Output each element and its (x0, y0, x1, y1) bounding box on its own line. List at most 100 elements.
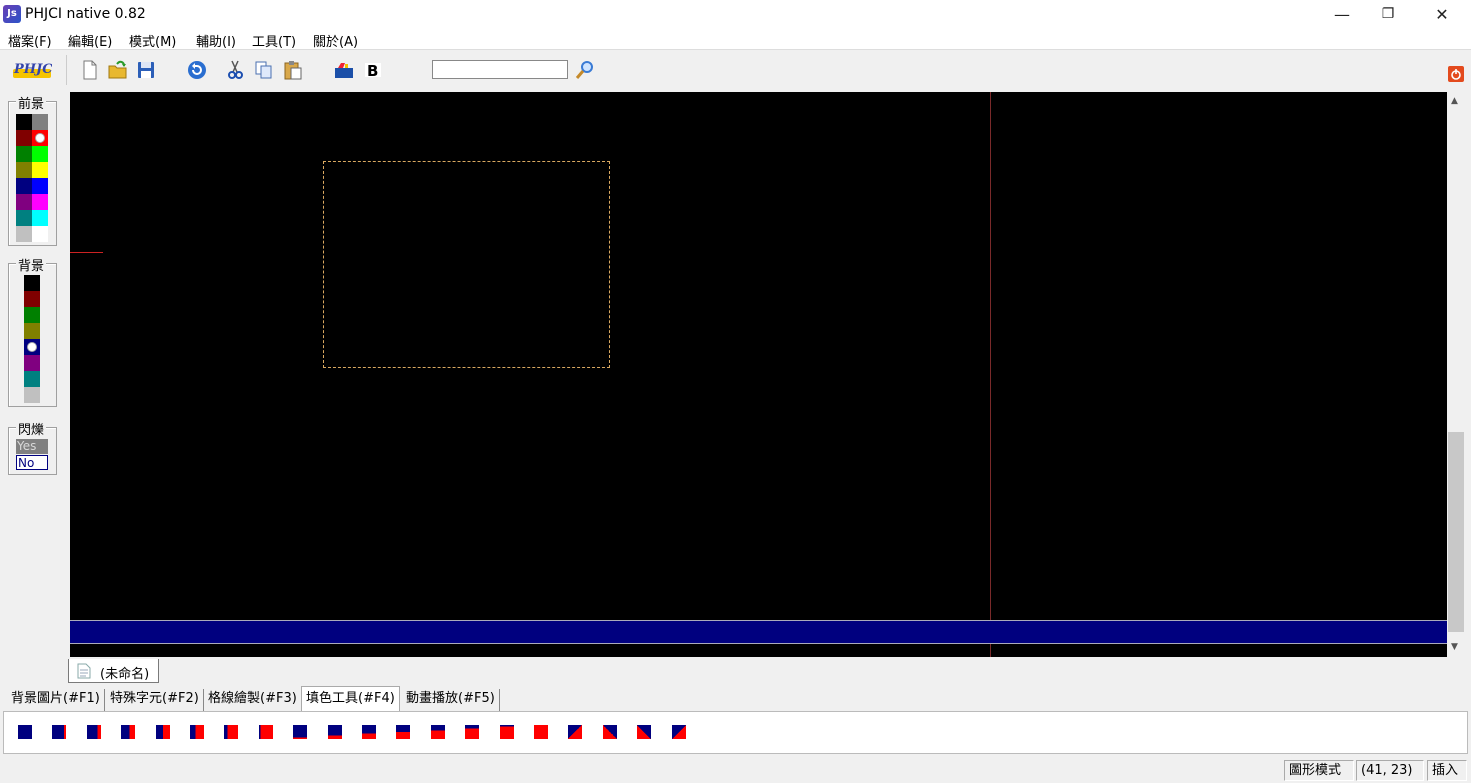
foreground-swatch[interactable] (32, 194, 48, 210)
blink-no-option[interactable]: No (16, 455, 48, 470)
open-folder-icon[interactable] (107, 59, 129, 81)
scroll-down-icon[interactable]: ▼ (1451, 642, 1458, 652)
fill-pattern-diag-br-icon[interactable] (568, 725, 583, 739)
fill-pattern-panel (3, 711, 1468, 754)
background-swatch[interactable] (24, 323, 40, 339)
fill-pattern-full-red-left-blue-icon[interactable] (258, 725, 273, 739)
save-icon[interactable] (135, 59, 157, 81)
search-input[interactable] (432, 60, 568, 79)
document-tab-label: (未命名) (100, 667, 150, 682)
fill-pattern-full-red-icon[interactable] (499, 725, 514, 739)
foreground-swatch[interactable] (16, 178, 32, 194)
fill-pattern-bottom-half-icon[interactable] (396, 725, 411, 739)
foreground-swatch[interactable] (16, 226, 32, 242)
menu-file[interactable]: 檔案(F) (8, 31, 52, 50)
menu-assist[interactable]: 輔助(I) (196, 31, 236, 50)
foreground-swatch[interactable] (32, 226, 48, 242)
maximize-button[interactable]: ❐ (1365, 0, 1411, 29)
fill-pattern-right-eighth-icon[interactable] (52, 725, 67, 739)
fill-pattern-diag-bl-icon[interactable] (637, 725, 652, 739)
fill-pattern-bottom-quarter-icon[interactable] (327, 725, 342, 739)
window-title: PHJCI native 0.82 (25, 6, 146, 22)
status-bar: 圖形模式 (41, 23) 插入 (0, 758, 1471, 783)
app-icon: Js (3, 5, 21, 23)
copy-icon[interactable] (253, 59, 275, 81)
background-swatch[interactable] (24, 275, 40, 291)
foreground-swatch[interactable] (32, 162, 48, 178)
drawing-canvas[interactable] (70, 92, 1447, 657)
foreground-swatch[interactable] (32, 130, 48, 146)
menu-tools[interactable]: 工具(T) (252, 31, 296, 50)
tab-grid-draw[interactable]: 格線繪製(#F3) (204, 689, 302, 711)
status-insert: 插入 (1427, 760, 1467, 781)
foreground-swatch[interactable] (16, 162, 32, 178)
fill-pattern-bottom-third-icon[interactable] (362, 725, 376, 739)
toolbar: PHJCI B (0, 51, 1471, 89)
foreground-swatch[interactable] (16, 130, 32, 146)
blink-yes-option[interactable]: Yes (16, 439, 48, 454)
foreground-swatch[interactable] (32, 146, 48, 162)
tab-animation-play[interactable]: 動畫播放(#F5) (402, 689, 500, 711)
menu-about[interactable]: 關於(A) (313, 31, 358, 50)
background-swatch[interactable] (24, 291, 40, 307)
new-file-icon[interactable] (79, 59, 101, 81)
cut-icon[interactable] (224, 59, 246, 81)
fill-pattern-right-majority-icon[interactable] (224, 725, 239, 739)
svg-text:B: B (367, 62, 378, 80)
foreground-swatch[interactable] (16, 210, 32, 226)
background-label: 背景 (16, 255, 47, 274)
blink-label: 閃爍 (16, 419, 47, 438)
foreground-swatch[interactable] (32, 114, 48, 130)
document-icon (77, 663, 91, 679)
svg-text:PHJCI: PHJCI (13, 62, 52, 77)
foreground-label: 前景 (16, 93, 47, 112)
scroll-thumb[interactable] (1448, 432, 1464, 632)
phjci-logo: PHJCI (12, 58, 60, 80)
fill-pattern-right-third-icon[interactable] (121, 725, 136, 739)
undo-icon[interactable] (186, 59, 208, 81)
scroll-up-icon[interactable]: ▲ (1451, 96, 1458, 106)
menu-edit[interactable]: 編輯(E) (68, 31, 112, 50)
foreground-swatch[interactable] (16, 194, 32, 210)
foreground-swatch[interactable] (16, 114, 32, 130)
background-swatch[interactable] (24, 387, 40, 403)
tab-fill-tool[interactable]: 填色工具(#F4) (301, 686, 400, 711)
fill-pattern-right-half-icon[interactable] (155, 725, 170, 739)
menu-mode[interactable]: 模式(M) (129, 31, 176, 50)
selection-rectangle[interactable] (323, 161, 610, 368)
document-tab[interactable]: (未命名) (68, 659, 159, 683)
close-button[interactable]: ✕ (1419, 0, 1465, 29)
cursor-marker (70, 252, 103, 253)
fill-pattern-right-half-b-icon[interactable] (190, 725, 204, 739)
background-swatch[interactable] (24, 371, 40, 387)
fill-pattern-bottom-half-b-icon[interactable] (430, 725, 445, 739)
paste-icon[interactable] (282, 59, 304, 81)
fill-pattern-full-blue-icon[interactable] (18, 725, 32, 739)
background-band (70, 620, 1447, 644)
status-mode: 圖形模式 (1284, 760, 1354, 781)
background-swatch[interactable] (24, 307, 40, 323)
color-tool-icon[interactable] (333, 59, 355, 81)
tool-tabs: 背景圖片(#F1) 特殊字元(#F2) 格線繪製(#F3) 填色工具(#F4) … (0, 686, 1471, 711)
tab-background-image[interactable]: 背景圖片(#F1) (7, 689, 105, 711)
fill-pattern-bottom-majority-icon[interactable] (465, 725, 480, 739)
vertical-scrollbar[interactable]: ▲ ▼ (1447, 92, 1465, 657)
fill-pattern-top-eighth-icon[interactable] (293, 725, 308, 739)
search-icon[interactable] (574, 59, 596, 81)
selected-indicator-icon (28, 343, 36, 351)
fill-pattern-diag-tr-icon[interactable] (602, 725, 617, 739)
background-swatch[interactable] (24, 355, 40, 371)
bold-icon[interactable]: B (362, 59, 384, 81)
selected-indicator-icon (36, 134, 44, 142)
fill-pattern-diag-tl-icon[interactable] (671, 725, 686, 739)
fill-pattern-right-quarter-icon[interactable] (86, 725, 101, 739)
power-icon[interactable] (1447, 65, 1465, 83)
fill-pattern-full-red-b-icon[interactable] (534, 725, 548, 739)
foreground-swatch[interactable] (32, 210, 48, 226)
minimize-button[interactable]: — (1319, 0, 1365, 29)
foreground-swatch[interactable] (32, 178, 48, 194)
status-coords: (41, 23) (1356, 760, 1424, 781)
tab-special-chars[interactable]: 特殊字元(#F2) (106, 689, 204, 711)
foreground-swatch[interactable] (16, 146, 32, 162)
background-swatch[interactable] (24, 339, 40, 355)
